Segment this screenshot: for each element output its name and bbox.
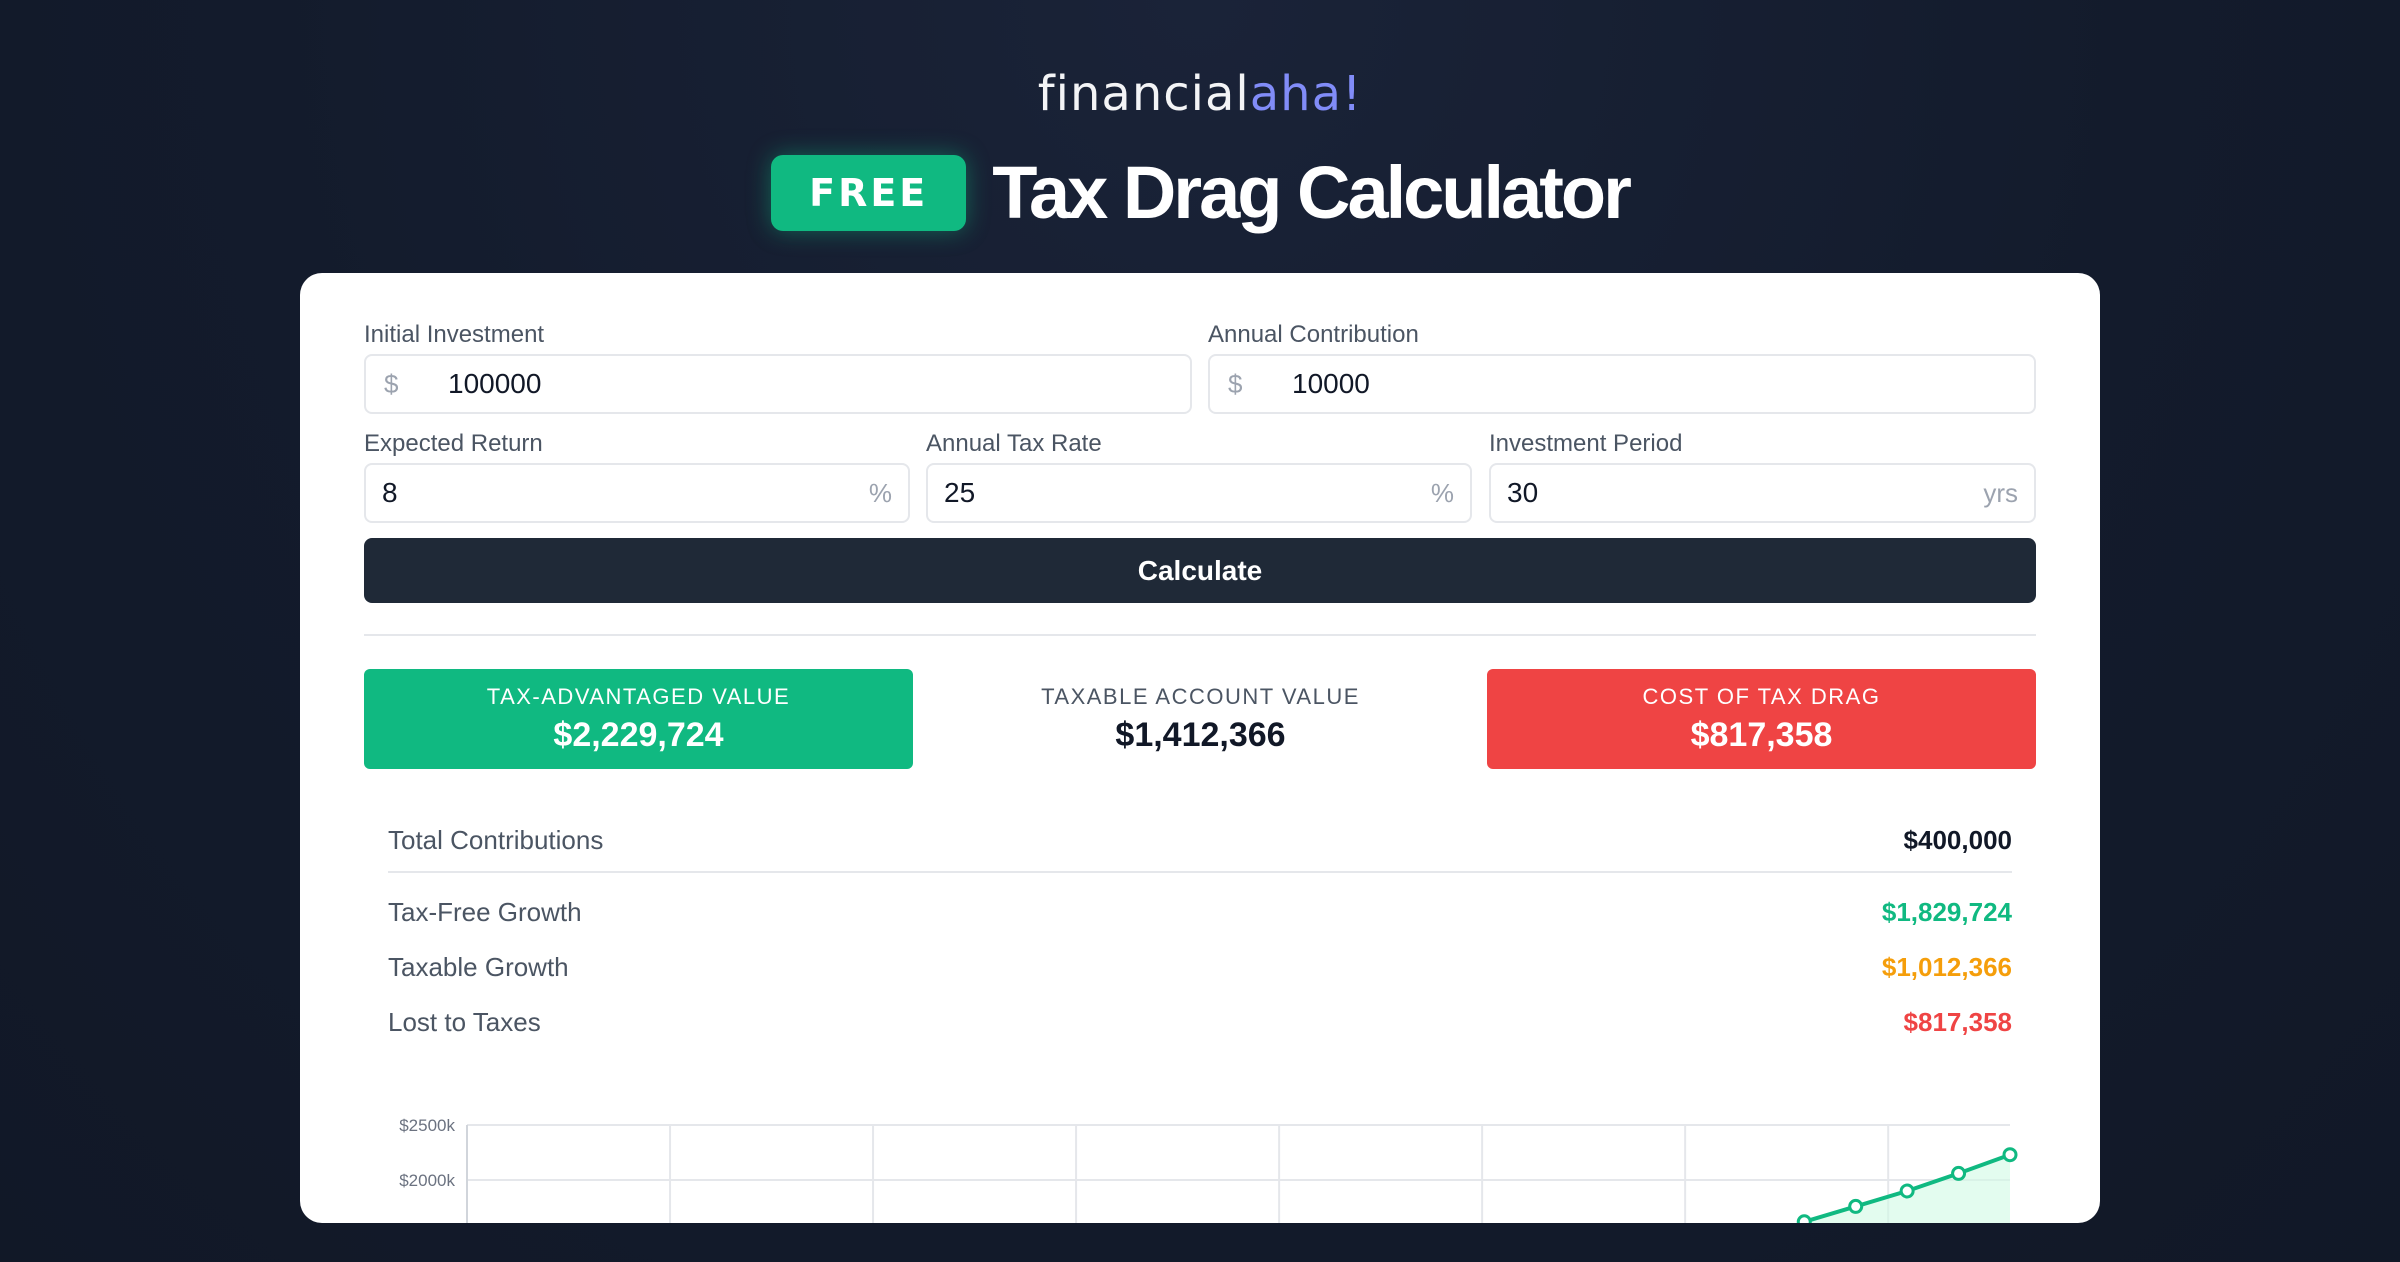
annual-tax-rate-field[interactable]: 25 % <box>926 463 1472 523</box>
hero-header: FREE Tax Drag Calculator <box>0 150 2400 235</box>
breakdown-label: Lost to Taxes <box>388 1007 541 1037</box>
breakdown-label: Taxable Growth <box>388 952 569 982</box>
growth-chart: $2500k $2000k <box>399 1116 2018 1223</box>
expected-return-field[interactable]: 8 % <box>364 463 910 523</box>
years-suffix: yrs <box>1983 477 2018 508</box>
tax-advantaged-value: $2,229,724 <box>553 715 724 754</box>
annual-tax-rate-label: Annual Tax Rate <box>926 430 1102 457</box>
breakdown-value: $400,000 <box>1903 825 2012 855</box>
free-badge: FREE <box>771 154 967 231</box>
dollar-prefix: $ <box>384 368 399 399</box>
breakdown-label: Tax-Free Growth <box>388 897 582 927</box>
breakdown-label: Total Contributions <box>388 825 604 855</box>
initial-investment-label: Initial Investment <box>364 321 545 348</box>
percent-suffix: % <box>868 477 892 508</box>
breakdown-row-taxable-growth: Taxable Growth $1,012,366 <box>388 952 2012 983</box>
initial-investment-value[interactable]: 100000 <box>432 368 1190 400</box>
taxable-account-value: $1,412,366 <box>1115 715 1286 754</box>
tax-drag-label: COST OF TAX DRAG <box>1642 683 1881 709</box>
investment-period-label: Investment Period <box>1489 430 1683 457</box>
breakdown-value: $1,012,366 <box>1881 952 2012 982</box>
expected-return-label: Expected Return <box>364 430 543 457</box>
breakdown-value: $1,829,724 <box>1881 897 2012 927</box>
chart-ytick-label: $2000k <box>399 1171 455 1190</box>
taxable-account-card: TAXABLE ACCOUNT VALUE $1,412,366 <box>926 669 1475 769</box>
breakdown-divider <box>388 871 2012 873</box>
breakdown-row-lost-to-taxes: Lost to Taxes $817,358 <box>388 1007 2012 1038</box>
chart-point <box>1951 1165 1967 1181</box>
annual-contribution-field[interactable]: $ 10000 <box>1208 354 2036 414</box>
section-divider <box>364 634 2036 636</box>
brand-name-main: financial <box>1037 66 1250 122</box>
page-title: Tax Drag Calculator <box>992 151 1632 234</box>
breakdown-value: $817,358 <box>1903 1007 2012 1037</box>
chart-point <box>1899 1183 1915 1199</box>
annual-tax-rate-value[interactable]: 25 <box>928 477 1431 509</box>
annual-contribution-value[interactable]: 10000 <box>1276 368 2034 400</box>
tax-advantaged-label: TAX-ADVANTAGED VALUE <box>486 683 791 709</box>
investment-period-field[interactable]: 30 yrs <box>1489 463 2036 523</box>
chart-point <box>1796 1214 1812 1223</box>
percent-suffix: % <box>1430 477 1454 508</box>
chart-point <box>1848 1198 1864 1214</box>
dollar-prefix: $ <box>1228 368 1243 399</box>
tax-advantaged-card: TAX-ADVANTAGED VALUE $2,229,724 <box>364 669 913 769</box>
chart-ytick-label: $2500k <box>399 1116 455 1135</box>
tax-drag-value: $817,358 <box>1690 715 1833 754</box>
taxable-account-label: TAXABLE ACCOUNT VALUE <box>1041 683 1360 709</box>
chart-point <box>2002 1147 2018 1163</box>
investment-period-value[interactable]: 30 <box>1491 477 1983 509</box>
tax-drag-card: COST OF TAX DRAG $817,358 <box>1487 669 2036 769</box>
calculator-card: Initial Investment $ 100000 Annual Contr… <box>300 273 2100 1223</box>
calculate-button[interactable]: Calculate <box>364 538 2036 603</box>
breakdown-row-total-contributions: Total Contributions $400,000 <box>388 825 2012 856</box>
breakdown-row-tax-free-growth: Tax-Free Growth $1,829,724 <box>388 897 2012 928</box>
annual-contribution-label: Annual Contribution <box>1208 321 1419 348</box>
expected-return-value[interactable]: 8 <box>366 477 869 509</box>
brand-logo[interactable]: financialaha! <box>0 66 2400 122</box>
initial-investment-field[interactable]: $ 100000 <box>364 354 1192 414</box>
brand-name-accent: aha! <box>1249 66 1363 122</box>
